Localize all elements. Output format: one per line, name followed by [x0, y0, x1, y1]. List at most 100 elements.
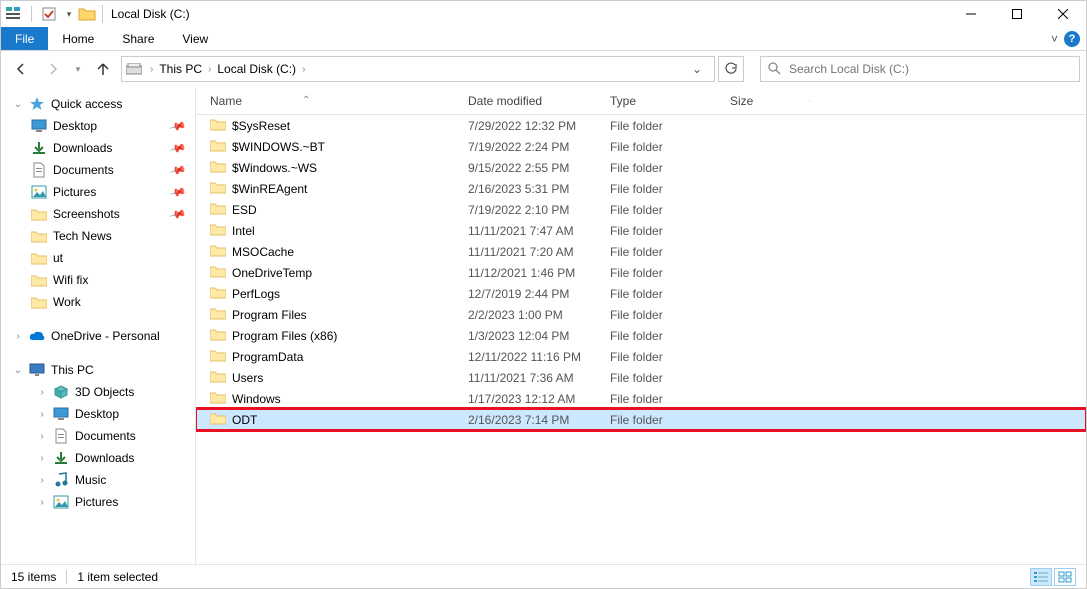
sidebar-item[interactable]: ›Downloads [1, 447, 195, 469]
refresh-button[interactable] [718, 56, 744, 82]
pin-icon: 📌 [169, 139, 187, 157]
details-view-button[interactable] [1030, 568, 1052, 586]
folder-icon [210, 244, 226, 260]
chevron-down-icon[interactable]: ⌄ [7, 365, 29, 376]
large-icons-view-button[interactable] [1054, 568, 1076, 586]
close-button[interactable] [1040, 1, 1086, 27]
breadcrumb-this-pc[interactable]: This PC [155, 62, 206, 76]
title-bar: ▾ Local Disk (C:) [1, 1, 1086, 27]
tab-share[interactable]: Share [108, 27, 168, 50]
chevron-right-icon[interactable]: › [7, 331, 29, 342]
sidebar-item[interactable]: › Desktop [1, 403, 195, 425]
maximize-button[interactable] [994, 1, 1040, 27]
file-row[interactable]: MSOCache11/11/2021 7:20 AMFile folder [196, 241, 1086, 262]
sidebar-item[interactable]: Downloads📌 [1, 137, 195, 159]
breadcrumb-local-disk[interactable]: Local Disk (C:) [213, 62, 300, 76]
desktop-icon [31, 118, 47, 134]
chevron-right-icon[interactable]: › [150, 64, 153, 75]
chevron-right-icon[interactable]: › [302, 64, 305, 75]
file-type: File folder [610, 203, 730, 217]
sidebar-label: Desktop [75, 407, 119, 421]
file-row[interactable]: $WINDOWS.~BT7/19/2022 2:24 PMFile folder [196, 136, 1086, 157]
tab-home[interactable]: Home [48, 27, 108, 50]
minimize-button[interactable] [948, 1, 994, 27]
ribbon-expand-icon[interactable]: ˅ [1051, 32, 1058, 46]
back-button[interactable] [7, 55, 35, 83]
sidebar-item[interactable]: ut [1, 247, 195, 269]
column-header-name[interactable]: Name ⌃ [210, 94, 468, 108]
file-row[interactable]: ProgramData12/11/2022 11:16 PMFile folde… [196, 346, 1086, 367]
navigation-pane: ⌄Quick accessDesktop📌Downloads📌Documents… [1, 87, 196, 564]
chevron-right-icon[interactable]: › [31, 475, 53, 486]
sidebar-quick-access[interactable]: ⌄Quick access [1, 93, 195, 115]
search-input[interactable] [789, 62, 1073, 76]
checkbox-icon[interactable] [40, 5, 58, 23]
recent-dropdown-icon[interactable]: ▾ [71, 55, 85, 83]
sidebar-onedrive[interactable]: › OneDrive - Personal [1, 325, 195, 347]
navigation-bar: ▾ › This PC › Local Disk (C:) › ⌄ [1, 51, 1086, 87]
file-row[interactable]: Program Files (x86)1/3/2023 12:04 PMFile… [196, 325, 1086, 346]
file-name: Program Files [232, 308, 307, 322]
tab-file[interactable]: File [1, 27, 48, 50]
sidebar-label: This PC [51, 363, 94, 377]
chevron-right-icon[interactable]: › [208, 64, 211, 75]
sidebar-label: Wifi fix [53, 273, 88, 287]
sidebar-label: Documents [75, 429, 136, 443]
up-button[interactable] [89, 55, 117, 83]
tab-view[interactable]: View [168, 27, 222, 50]
chevron-right-icon[interactable]: › [31, 387, 53, 398]
file-row[interactable]: $WinREAgent2/16/2023 5:31 PMFile folder [196, 178, 1086, 199]
sidebar-item[interactable]: › Pictures [1, 491, 195, 513]
column-header-type[interactable]: Type [610, 94, 730, 108]
sidebar-item[interactable]: Pictures📌 [1, 181, 195, 203]
search-icon [767, 61, 781, 78]
column-header-date[interactable]: Date modified [468, 94, 610, 108]
file-row[interactable]: $Windows.~WS9/15/2022 2:55 PMFile folder [196, 157, 1086, 178]
sidebar-item[interactable]: ›Music [1, 469, 195, 491]
sidebar-item[interactable]: › Documents [1, 425, 195, 447]
file-row[interactable]: Intel11/11/2021 7:47 AMFile folder [196, 220, 1086, 241]
file-type: File folder [610, 350, 730, 364]
file-date: 12/11/2022 11:16 PM [468, 350, 610, 364]
chevron-right-icon[interactable]: › [31, 431, 53, 442]
chevron-right-icon[interactable]: › [31, 453, 53, 464]
qat-dropdown-icon[interactable]: ▾ [64, 5, 74, 23]
sidebar-item[interactable]: Documents📌 [1, 159, 195, 181]
forward-button[interactable] [39, 55, 67, 83]
drive-icon [126, 61, 142, 77]
file-row[interactable]: ESD7/19/2022 2:10 PMFile folder [196, 199, 1086, 220]
sidebar-item[interactable]: Desktop📌 [1, 115, 195, 137]
column-header-size[interactable]: Size [730, 94, 810, 108]
sidebar-label: Pictures [75, 495, 118, 509]
file-row[interactable]: PerfLogs12/7/2019 2:44 PMFile folder [196, 283, 1086, 304]
documents-icon [53, 428, 69, 444]
folder-icon [31, 206, 47, 222]
sidebar-item[interactable]: Screenshots📌 [1, 203, 195, 225]
sidebar-item[interactable]: Tech News [1, 225, 195, 247]
sidebar-item[interactable]: ›3D Objects [1, 381, 195, 403]
file-row[interactable]: Program Files2/2/2023 1:00 PMFile folder [196, 304, 1086, 325]
file-name: Users [232, 371, 263, 385]
file-row[interactable]: Users11/11/2021 7:36 AMFile folder [196, 367, 1086, 388]
folder-icon [210, 202, 226, 218]
help-icon[interactable]: ? [1064, 31, 1080, 47]
folder-icon [210, 139, 226, 155]
sidebar-this-pc[interactable]: ⌄ This PC [1, 359, 195, 381]
file-type: File folder [610, 140, 730, 154]
sidebar-label: Desktop [53, 119, 97, 133]
sidebar-item[interactable]: Wifi fix [1, 269, 195, 291]
address-bar[interactable]: › This PC › Local Disk (C:) › ⌄ [121, 56, 715, 82]
chevron-right-icon[interactable]: › [31, 409, 53, 420]
chevron-right-icon[interactable]: › [31, 497, 53, 508]
search-box[interactable] [760, 56, 1080, 82]
properties-icon[interactable] [5, 5, 23, 23]
sidebar-item[interactable]: Work [1, 291, 195, 313]
file-row[interactable]: $SysReset7/29/2022 12:32 PMFile folder [196, 115, 1086, 136]
address-dropdown-icon[interactable]: ⌄ [684, 62, 710, 76]
chevron-down-icon[interactable]: ⌄ [7, 99, 29, 110]
file-row[interactable]: ODT2/16/2023 7:14 PMFile folder [196, 409, 1086, 430]
file-row[interactable]: OneDriveTemp11/12/2021 1:46 PMFile folde… [196, 262, 1086, 283]
file-name: Program Files (x86) [232, 329, 337, 343]
file-row[interactable]: Windows1/17/2023 12:12 AMFile folder [196, 388, 1086, 409]
folder-icon [210, 286, 226, 302]
